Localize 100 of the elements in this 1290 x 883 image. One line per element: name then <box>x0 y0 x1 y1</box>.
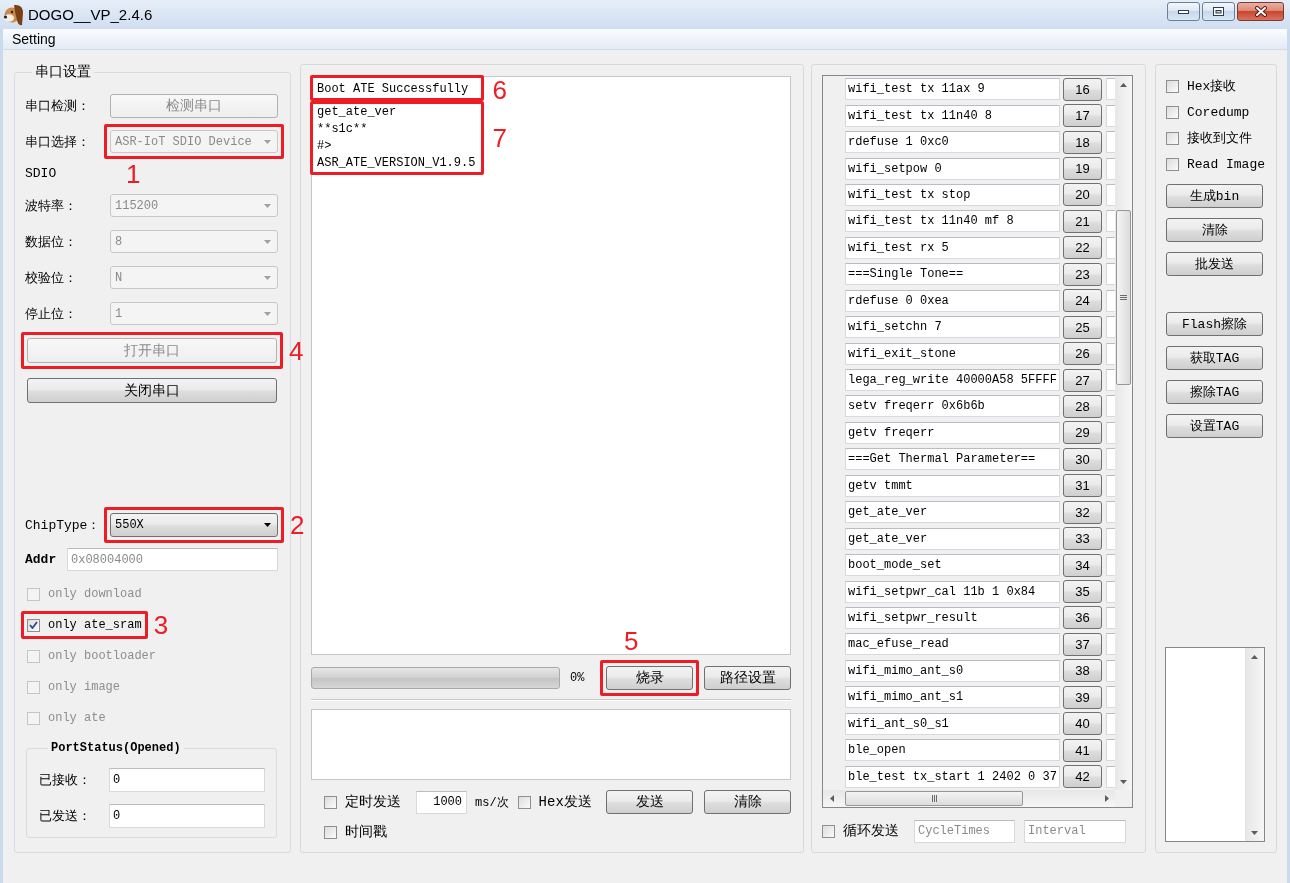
number-button[interactable]: 31 <box>1063 474 1102 498</box>
text-field[interactable] <box>1106 342 1115 365</box>
command-field[interactable]: wifi_mimo_ant_s0 <box>845 659 1060 682</box>
number-button[interactable]: 29 <box>1063 421 1102 445</box>
checkbox[interactable]: 时间戳 <box>324 824 387 840</box>
text-field[interactable] <box>1106 316 1115 339</box>
text-field[interactable] <box>1106 236 1115 259</box>
text-field[interactable]: 0x08004000 <box>67 548 278 571</box>
number-button[interactable]: 34 <box>1063 553 1102 577</box>
maximize-button[interactable] <box>1202 2 1235 21</box>
checkbox[interactable]: Hex发送 <box>517 794 592 810</box>
command-field[interactable]: wifi_setpwr_result <box>845 606 1060 629</box>
text-area[interactable] <box>1165 647 1265 842</box>
text-field[interactable] <box>1106 739 1115 762</box>
command-field[interactable]: ble_open <box>845 739 1060 762</box>
message-input[interactable] <box>311 709 791 780</box>
text-field[interactable] <box>1106 686 1115 709</box>
number-button[interactable]: 19 <box>1063 157 1102 181</box>
command-field[interactable]: lega_reg_write 40000A58 5FFFF <box>845 369 1060 392</box>
text-field[interactable] <box>1106 712 1115 735</box>
text-field[interactable] <box>1106 183 1115 206</box>
command-field[interactable]: get_ate_ver <box>845 527 1060 550</box>
checkbox[interactable]: 接收到文件 <box>1166 130 1265 146</box>
number-button[interactable]: 16 <box>1063 77 1102 101</box>
text-field[interactable]: 0 <box>109 804 265 828</box>
command-field[interactable]: ===Single Tone== <box>845 263 1060 286</box>
text-field[interactable] <box>1106 395 1115 418</box>
checkbox[interactable]: Read Image <box>1166 156 1265 172</box>
number-button[interactable]: 18 <box>1063 130 1102 154</box>
tool-button[interactable]: 生成bin <box>1166 184 1263 208</box>
command-field[interactable]: wifi_test rx 5 <box>845 236 1060 259</box>
text-field[interactable] <box>1106 289 1115 312</box>
number-button[interactable]: 25 <box>1063 315 1102 339</box>
tool-button[interactable]: 批发送 <box>1166 252 1263 276</box>
command-field[interactable]: rdefuse 1 0xc0 <box>845 131 1060 154</box>
close-button[interactable] <box>1237 2 1284 21</box>
menu-item[interactable]: Setting <box>11 31 57 47</box>
text-field[interactable] <box>1106 606 1115 629</box>
command-field[interactable]: getv tmmt <box>845 474 1060 497</box>
scrollbar-thumb[interactable] <box>1116 210 1131 385</box>
number-button[interactable]: 24 <box>1063 289 1102 313</box>
text-field[interactable] <box>1106 157 1115 180</box>
command-field[interactable]: wifi_test tx 11n40 8 <box>845 104 1060 127</box>
command-field[interactable]: wifi_setchn 7 <box>845 316 1060 339</box>
number-button[interactable]: 22 <box>1063 236 1102 260</box>
number-button[interactable]: 33 <box>1063 527 1102 551</box>
command-field[interactable]: wifi_setpow 0 <box>845 157 1060 180</box>
command-field[interactable]: ===Get Thermal Parameter== <box>845 448 1060 471</box>
text-field[interactable] <box>1106 263 1115 286</box>
command-field[interactable]: wifi_ant_s0_s1 <box>845 712 1060 735</box>
command-field[interactable]: rdefuse 0 0xea <box>845 289 1060 312</box>
command-field[interactable]: wifi_test tx stop <box>845 183 1060 206</box>
checkbox[interactable]: 定时发送 <box>324 794 401 810</box>
number-button[interactable]: 38 <box>1063 659 1102 683</box>
text-field[interactable] <box>1106 659 1115 682</box>
number-button[interactable]: 17 <box>1063 104 1102 128</box>
number-button[interactable]: 27 <box>1063 368 1102 392</box>
text-field[interactable] <box>1106 448 1115 471</box>
text-field[interactable] <box>1106 131 1115 154</box>
vertical-scrollbar[interactable] <box>1115 76 1132 790</box>
action-button[interactable]: 路径设置 <box>704 666 791 690</box>
number-button[interactable]: 35 <box>1063 580 1102 604</box>
command-field[interactable]: wifi_setpwr_cal 11b 1 0x84 <box>845 580 1060 603</box>
action-button[interactable]: 清除 <box>704 790 791 814</box>
number-button[interactable]: 40 <box>1063 712 1102 736</box>
checkbox[interactable]: 循环发送 <box>822 823 899 839</box>
text-field[interactable] <box>1106 474 1115 497</box>
checkbox[interactable]: Hex接收 <box>1166 78 1265 94</box>
number-button[interactable]: 23 <box>1063 262 1102 286</box>
command-field[interactable]: wifi_mimo_ant_s1 <box>845 686 1060 709</box>
command-field[interactable]: ble_test tx_start 1 2402 0 37 <box>845 765 1060 788</box>
checkbox[interactable]: only ate_sram <box>27 617 142 633</box>
number-button[interactable]: 32 <box>1063 500 1102 524</box>
number-button[interactable]: 41 <box>1063 738 1102 762</box>
tool-button[interactable]: 获取TAG <box>1166 346 1263 370</box>
command-field[interactable]: setv freqerr 0x6b6b <box>845 395 1060 418</box>
port-button[interactable]: 关闭串口 <box>27 378 277 403</box>
text-field[interactable] <box>1106 633 1115 656</box>
text-field[interactable] <box>1106 421 1115 444</box>
vertical-scrollbar[interactable] <box>1245 648 1264 841</box>
command-field[interactable]: wifi_exit_stone <box>845 342 1060 365</box>
number-button[interactable]: 39 <box>1063 685 1102 709</box>
text-field[interactable] <box>1106 527 1115 550</box>
number-button[interactable]: 28 <box>1063 394 1102 418</box>
text-field[interactable] <box>1106 104 1115 127</box>
number-button[interactable]: 36 <box>1063 606 1102 630</box>
command-field[interactable]: wifi_test tx 11ax 9 <box>845 78 1060 101</box>
text-field[interactable] <box>1106 765 1115 788</box>
number-button[interactable]: 42 <box>1063 765 1102 789</box>
number-button[interactable]: 21 <box>1063 209 1102 233</box>
tool-button[interactable]: 设置TAG <box>1166 414 1263 438</box>
checkbox[interactable]: Coredump <box>1166 104 1265 120</box>
number-button[interactable]: 37 <box>1063 632 1102 656</box>
dropdown[interactable]: 550X <box>110 513 278 537</box>
command-field[interactable]: getv freqerr <box>845 421 1060 444</box>
tool-button[interactable]: 清除 <box>1166 218 1263 242</box>
text-field[interactable] <box>1106 580 1115 603</box>
text-field[interactable]: 0 <box>109 768 265 792</box>
text-field[interactable] <box>1106 501 1115 524</box>
action-button[interactable]: 发送 <box>606 790 693 814</box>
